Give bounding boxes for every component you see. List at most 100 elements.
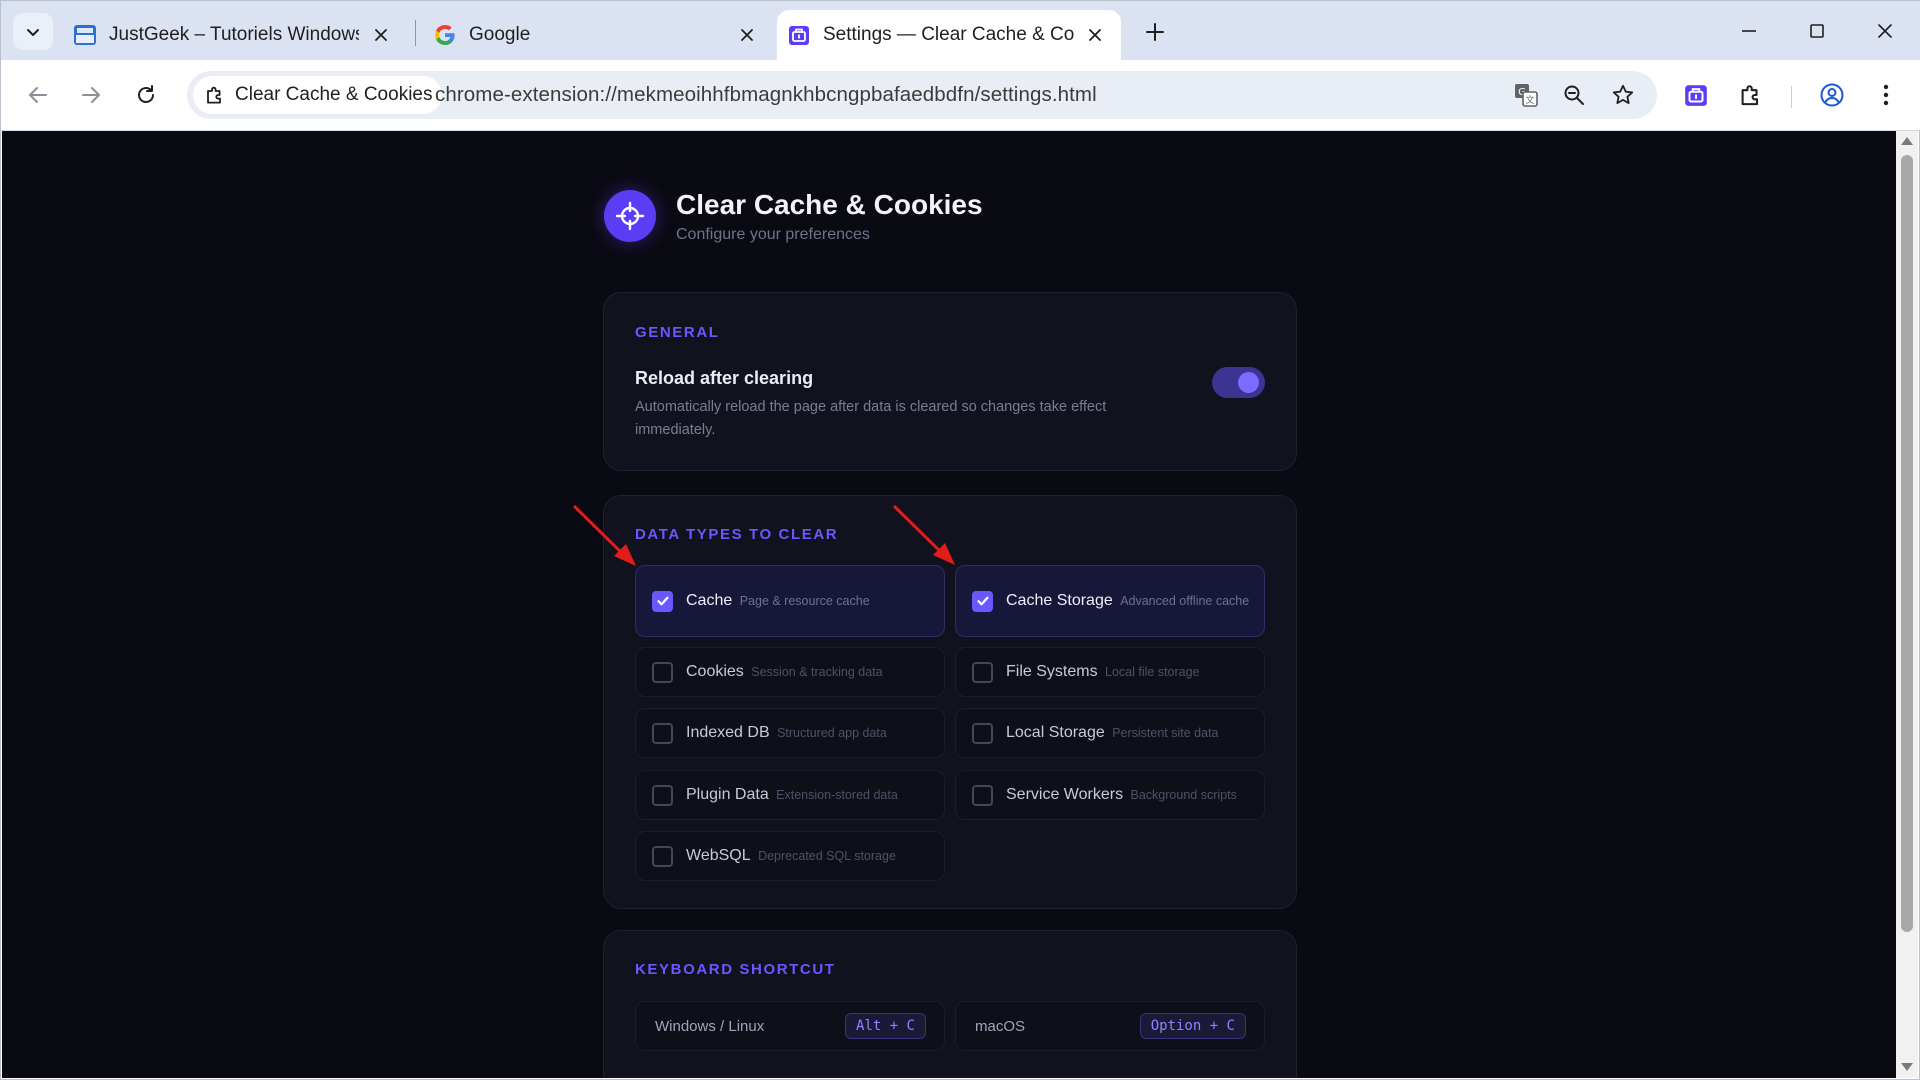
tab-bar: JustGeek – Tutoriels Windows, Li Google — [1, 1, 1920, 60]
shortcut-mac: macOS Option + C — [955, 1001, 1265, 1051]
translate-icon: G文 — [1515, 84, 1538, 107]
plus-icon — [1146, 23, 1164, 41]
option-name: Cache — [686, 592, 733, 609]
site-info-chip[interactable]: Clear Cache & Cookies — [193, 76, 443, 114]
reload-setting-title: Reload after clearing — [635, 368, 814, 388]
option-name: Plugin Data — [686, 786, 769, 803]
option-text: Indexed DB Structured app data — [686, 723, 887, 743]
checkbox[interactable] — [972, 590, 993, 612]
minimize-button[interactable] — [1727, 13, 1771, 49]
option-name: Local Storage — [1006, 724, 1105, 741]
option-cache-storage[interactable]: Cache Storage Advanced offline cache — [955, 565, 1265, 637]
checkbox[interactable] — [652, 661, 673, 683]
option-indexed-db[interactable]: Indexed DB Structured app data — [635, 708, 945, 758]
translate-button[interactable]: G文 — [1511, 80, 1541, 110]
page-scrollbar[interactable] — [1896, 131, 1918, 1078]
check-icon — [656, 596, 669, 606]
puzzle-icon — [207, 86, 221, 104]
option-hint: Background scripts — [1130, 788, 1237, 802]
option-name: Cookies — [686, 663, 744, 680]
tab-search-button[interactable] — [13, 13, 53, 50]
more-vertical-icon — [1883, 84, 1889, 106]
back-button[interactable] — [20, 77, 56, 113]
svg-text:文: 文 — [1525, 94, 1534, 106]
tab-settings[interactable]: Settings — Clear Cache & Cookies — [777, 10, 1121, 60]
browser-menu-button[interactable] — [1867, 76, 1905, 114]
option-file-systems[interactable]: File Systems Local file storage — [955, 647, 1265, 697]
new-tab-button[interactable] — [1140, 17, 1170, 47]
profile-button[interactable] — [1813, 76, 1851, 114]
extensions-menu-button[interactable] — [1732, 76, 1770, 114]
checkbox[interactable] — [652, 722, 673, 744]
shortcut-os-label: Windows / Linux — [655, 1017, 765, 1035]
checkbox[interactable] — [972, 784, 993, 806]
extension-action-button[interactable] — [1677, 76, 1715, 114]
checkbox[interactable] — [652, 784, 673, 806]
checkbox[interactable] — [652, 845, 673, 867]
tab-google[interactable]: Google — [433, 10, 761, 60]
close-icon[interactable] — [733, 21, 761, 49]
option-cookies[interactable]: Cookies Session & tracking data — [635, 647, 945, 697]
address-bar[interactable]: Clear Cache & Cookies chrome-extension:/… — [187, 71, 1657, 119]
maximize-button[interactable] — [1795, 13, 1839, 49]
option-hint: Deprecated SQL storage — [758, 849, 896, 863]
general-card: GENERAL Reload after clearing Automatica… — [603, 292, 1297, 471]
option-name: Cache Storage — [1006, 592, 1113, 609]
shortcut-os-label: macOS — [975, 1017, 1026, 1035]
account-icon — [1820, 83, 1844, 107]
scroll-up-arrow-icon[interactable] — [1901, 137, 1913, 145]
option-text: Local Storage Persistent site data — [1006, 723, 1219, 743]
tab-separator — [415, 20, 416, 46]
checkbox[interactable] — [972, 661, 993, 683]
reload-toggle[interactable] — [1212, 367, 1265, 398]
tab-justgeek[interactable]: JustGeek – Tutoriels Windows, Li — [73, 10, 407, 60]
option-service-workers[interactable]: Service Workers Background scripts — [955, 770, 1265, 820]
scroll-down-arrow-icon[interactable] — [1901, 1063, 1913, 1071]
close-window-button[interactable] — [1863, 13, 1907, 49]
puzzle-icon — [1741, 85, 1759, 106]
reload-icon — [138, 85, 154, 103]
option-text: WebSQL Deprecated SQL storage — [686, 846, 896, 866]
option-name: File Systems — [1006, 663, 1098, 680]
option-text: Cache Storage Advanced offline cache — [1006, 591, 1249, 611]
option-text: Cache Page & resource cache — [686, 591, 870, 611]
option-local-storage[interactable]: Local Storage Persistent site data — [955, 708, 1265, 758]
reload-button[interactable] — [128, 77, 164, 113]
tab-title: JustGeek – Tutoriels Windows, Li — [109, 24, 359, 45]
option-hint: Page & resource cache — [739, 594, 870, 608]
close-icon — [1878, 24, 1892, 38]
scroll-thumb[interactable] — [1901, 155, 1913, 932]
extension-favicon-icon — [787, 23, 811, 47]
star-icon — [1612, 84, 1634, 104]
zoom-button[interactable] — [1559, 80, 1589, 110]
checkbox[interactable] — [652, 590, 673, 612]
close-icon[interactable] — [1081, 21, 1109, 49]
reload-setting-description: Automatically reload the page after data… — [635, 399, 1107, 438]
tab-title: Settings — Clear Cache & Cookies — [823, 24, 1075, 45]
tab-title: Google — [469, 24, 531, 45]
option-text: File Systems Local file storage — [1006, 662, 1200, 682]
data-types-card: DATA TYPES TO CLEAR Cache Page & resourc… — [603, 495, 1297, 909]
option-text: Service Workers Background scripts — [1006, 785, 1237, 805]
option-plugin-data[interactable]: Plugin Data Extension-stored data — [635, 770, 945, 820]
toggle-knob — [1238, 372, 1259, 393]
check-icon — [976, 596, 989, 606]
option-cache[interactable]: Cache Page & resource cache — [635, 565, 945, 637]
arrow-left-icon — [29, 87, 47, 103]
option-text: Plugin Data Extension-stored data — [686, 785, 898, 805]
url-text: chrome-extension://mekmeoihhfbmagnkhbcng… — [435, 83, 1097, 106]
page-title: Clear Cache & Cookies — [676, 189, 983, 220]
section-label-general: GENERAL — [635, 324, 720, 341]
close-icon[interactable] — [367, 21, 395, 49]
bookmark-button[interactable] — [1608, 80, 1638, 110]
option-name: Indexed DB — [686, 724, 770, 741]
crosshair-icon — [615, 201, 645, 231]
option-hint: Advanced offline cache — [1120, 594, 1250, 608]
checkbox[interactable] — [972, 722, 993, 744]
page-subtitle: Configure your preferences — [676, 226, 870, 243]
google-favicon-icon — [433, 23, 457, 47]
option-name: WebSQL — [686, 847, 751, 864]
forward-button[interactable] — [73, 77, 109, 113]
option-websql[interactable]: WebSQL Deprecated SQL storage — [635, 831, 945, 881]
browser-toolbar: Clear Cache & Cookies chrome-extension:/… — [1, 60, 1920, 131]
